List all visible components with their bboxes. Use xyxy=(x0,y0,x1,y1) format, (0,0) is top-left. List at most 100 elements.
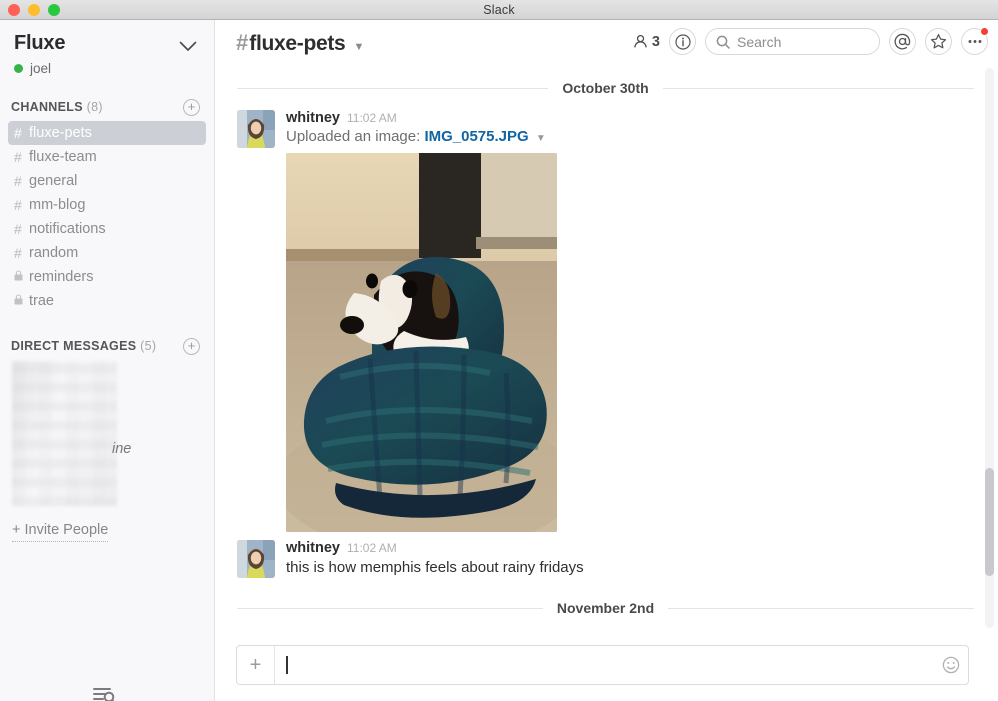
date-label: October 30th xyxy=(562,80,649,96)
dms-count: (5) xyxy=(140,339,157,353)
channel-label: notifications xyxy=(29,221,106,237)
dms-section-header[interactable]: DIRECT MESSAGES (5) + xyxy=(0,335,214,357)
message-row: whitney 11:02 AM Uploaded an image: IMG_… xyxy=(215,108,998,532)
sidebar-item-fluxe-team[interactable]: # fluxe-team xyxy=(8,145,206,169)
person-icon xyxy=(634,34,647,48)
chevron-down-icon[interactable]: ▼ xyxy=(536,133,546,144)
divider-line-right xyxy=(668,607,974,609)
date-label: November 2nd xyxy=(556,600,655,616)
avatar[interactable] xyxy=(237,110,275,148)
info-icon xyxy=(674,33,691,50)
divider-line-right xyxy=(662,87,975,89)
date-divider-november-2nd: November 2nd xyxy=(237,600,974,616)
avatar[interactable] xyxy=(237,540,275,578)
message-body: whitney 11:02 AM this is how memphis fee… xyxy=(286,540,978,578)
channel-label: reminders xyxy=(29,269,94,285)
dms-section-title: DIRECT MESSAGES (5) xyxy=(11,339,156,353)
redaction-overlay xyxy=(12,361,117,506)
window-title: Slack xyxy=(483,2,515,17)
divider-line-left xyxy=(237,607,543,609)
chevron-down-icon[interactable]: ▼ xyxy=(353,41,364,53)
sidebar-item-reminders[interactable]: reminders xyxy=(8,265,206,289)
notification-badge-dot xyxy=(980,27,989,36)
channel-label: mm-blog xyxy=(29,197,86,213)
add-dm-icon[interactable]: + xyxy=(183,337,200,355)
channel-list: # fluxe-pets # fluxe-team # general # mm… xyxy=(0,121,214,313)
at-icon xyxy=(894,33,911,50)
text-cursor xyxy=(286,656,288,674)
message-input[interactable] xyxy=(275,646,934,684)
channels-section-header[interactable]: CHANNELS (8) + xyxy=(0,96,214,118)
lock-icon xyxy=(14,294,29,308)
sidebar-item-random[interactable]: # random xyxy=(8,241,206,265)
message-author[interactable]: whitney xyxy=(286,110,340,126)
message-upload-line: Uploaded an image: IMG_0575.JPG ▼ xyxy=(286,128,978,145)
channel-header: # fluxe-pets ▼ 3 Search xyxy=(215,20,998,66)
hash-icon: # xyxy=(14,197,22,213)
main-pane: # fluxe-pets ▼ 3 Search October 30th whi… xyxy=(215,20,998,701)
search-input[interactable]: Search xyxy=(705,28,880,55)
member-count: 3 xyxy=(651,33,660,50)
uploaded-file-link[interactable]: IMG_0575.JPG xyxy=(424,128,528,145)
add-channel-icon[interactable]: + xyxy=(183,98,200,116)
chevron-down-icon[interactable] xyxy=(178,36,198,56)
uploaded-image[interactable] xyxy=(286,153,557,532)
search-placeholder: Search xyxy=(737,33,782,50)
slack-window: Slack Fluxe joel CHANNELS (8) + # fluxe-… xyxy=(0,0,998,701)
sidebar-item-fluxe-pets[interactable]: # fluxe-pets xyxy=(8,121,206,145)
emoji-picker-icon[interactable] xyxy=(934,656,968,674)
channels-label: CHANNELS xyxy=(11,100,83,114)
message-timestamp: 11:02 AM xyxy=(346,541,397,555)
more-options-button[interactable] xyxy=(961,27,989,55)
current-username: joel xyxy=(30,61,52,76)
dm-name-fragment: ine xyxy=(112,441,132,457)
star-icon xyxy=(930,33,947,49)
hash-icon: # xyxy=(14,221,22,237)
channel-filter-search-icon[interactable] xyxy=(92,684,118,701)
scrollbar-thumb[interactable] xyxy=(985,468,994,576)
hash-icon: # xyxy=(14,245,22,261)
window-titlebar: Slack xyxy=(0,0,998,20)
hash-icon: # xyxy=(236,30,249,55)
channel-label: random xyxy=(29,245,79,261)
search-icon xyxy=(716,35,730,49)
channel-title[interactable]: # fluxe-pets ▼ xyxy=(236,30,364,56)
sidebar-item-notifications[interactable]: # notifications xyxy=(8,217,206,241)
message-row: whitney 11:02 AM this is how memphis fee… xyxy=(215,538,998,578)
channel-label: fluxe-team xyxy=(29,149,97,165)
message-timestamp: 11:02 AM xyxy=(346,111,397,125)
presence-online-icon xyxy=(14,64,23,73)
mentions-button[interactable] xyxy=(889,28,916,55)
channel-label: trae xyxy=(29,293,54,309)
team-header[interactable]: Fluxe joel xyxy=(0,20,214,80)
sidebar-item-general[interactable]: # general xyxy=(8,169,206,193)
channels-count: (8) xyxy=(86,100,103,114)
message-meta: whitney 11:02 AM xyxy=(286,540,978,556)
channels-section-title: CHANNELS (8) xyxy=(11,100,103,114)
channel-label: fluxe-pets xyxy=(29,125,92,141)
message-author[interactable]: whitney xyxy=(286,540,340,556)
member-count-button[interactable]: 3 xyxy=(633,34,660,50)
starred-items-button[interactable] xyxy=(925,28,952,55)
message-composer[interactable]: + xyxy=(236,645,969,685)
lock-icon xyxy=(14,270,29,284)
hash-icon: # xyxy=(14,149,22,165)
dm-list-redacted[interactable]: ine xyxy=(12,361,131,506)
dms-label: DIRECT MESSAGES xyxy=(11,339,137,353)
add-attachment-icon[interactable]: + xyxy=(237,646,275,684)
date-divider-october-30th: October 30th xyxy=(237,80,975,96)
hash-icon: # xyxy=(14,173,22,189)
message-text: this is how memphis feels about rainy fr… xyxy=(286,559,584,576)
message-list: October 30th whitney 11:02 AM Uploaded a… xyxy=(215,80,998,658)
channel-info-button[interactable] xyxy=(669,28,696,55)
message-meta: whitney 11:02 AM xyxy=(286,110,978,126)
page-title: fluxe-pets xyxy=(249,32,346,55)
sidebar-item-mm-blog[interactable]: # mm-blog xyxy=(8,193,206,217)
header-actions: 3 Search xyxy=(633,27,989,55)
direct-messages-section: DIRECT MESSAGES (5) + ine xyxy=(0,335,214,506)
message-body: whitney 11:02 AM Uploaded an image: IMG_… xyxy=(286,110,978,532)
invite-people-button[interactable]: + Invite People xyxy=(12,522,109,542)
sidebar-item-trae[interactable]: trae xyxy=(8,289,206,313)
team-name: Fluxe xyxy=(14,32,66,54)
channel-label: general xyxy=(29,173,78,189)
